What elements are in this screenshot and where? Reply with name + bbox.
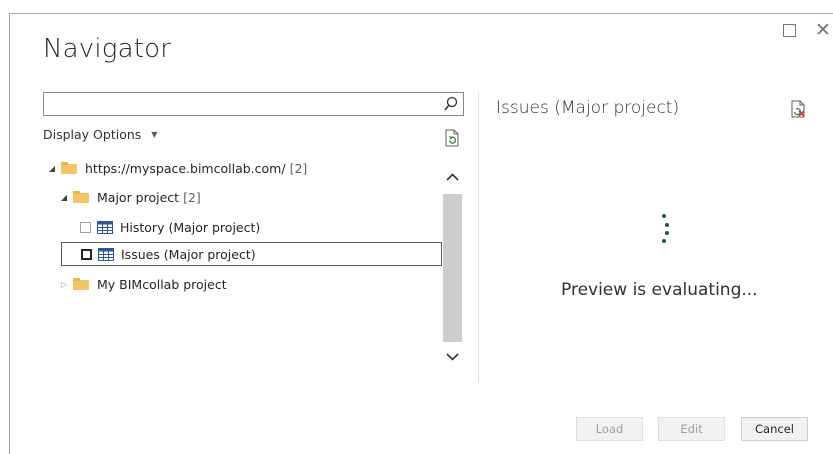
preview-title: Issues (Major project) bbox=[496, 98, 680, 118]
tree-scrollbar[interactable] bbox=[443, 168, 462, 371]
expand-down-icon[interactable]: ◢ bbox=[47, 164, 57, 173]
history-checkbox[interactable] bbox=[80, 221, 91, 233]
tree-item-history[interactable]: History (Major project) bbox=[80, 215, 260, 239]
search-input[interactable] bbox=[44, 93, 439, 116]
edit-button[interactable]: Edit bbox=[658, 417, 725, 441]
export-icon[interactable] bbox=[789, 100, 807, 118]
display-options-dropdown[interactable]: Display Options ▼ bbox=[43, 127, 157, 142]
tree-item-issues[interactable]: Issues (Major project) bbox=[61, 242, 442, 266]
pane-divider bbox=[478, 92, 479, 382]
cancel-button[interactable]: Cancel bbox=[741, 417, 808, 441]
loading-spinner-icon bbox=[660, 214, 670, 246]
chevron-down-icon: ▼ bbox=[151, 130, 158, 139]
search-icon[interactable] bbox=[444, 96, 458, 112]
tree-item-my-bimcollab-project[interactable]: ▷ My BIMcollab project bbox=[59, 272, 227, 296]
tree-item-major-project[interactable]: ◢ Major project [2] bbox=[59, 185, 201, 209]
page-title: Navigator bbox=[43, 34, 172, 64]
tree-item-label: History (Major project) bbox=[120, 219, 261, 235]
folder-icon bbox=[61, 162, 77, 174]
tree-item-label: Issues (Major project) bbox=[121, 246, 256, 262]
table-icon bbox=[97, 220, 113, 234]
scroll-thumb[interactable] bbox=[443, 194, 462, 342]
scroll-up-icon[interactable] bbox=[443, 168, 462, 186]
display-options-label: Display Options bbox=[43, 127, 142, 142]
tree-item-count: [2] bbox=[183, 189, 201, 205]
maximize-icon[interactable] bbox=[781, 22, 797, 38]
tree-item-label: https://myspace.bimcollab.com/ bbox=[85, 160, 286, 176]
preview-status: Preview is evaluating... bbox=[561, 280, 758, 300]
close-icon[interactable]: ✕ bbox=[815, 21, 831, 40]
folder-icon bbox=[73, 278, 89, 290]
scroll-down-icon[interactable] bbox=[443, 348, 462, 366]
table-icon bbox=[98, 247, 114, 261]
issues-checkbox[interactable] bbox=[81, 248, 92, 260]
search-field[interactable] bbox=[43, 92, 464, 116]
expand-right-icon[interactable]: ▷ bbox=[59, 280, 69, 289]
tree-item-label: My BIMcollab project bbox=[97, 276, 227, 292]
tree-item-label: Major project bbox=[97, 189, 180, 205]
refresh-icon[interactable] bbox=[443, 129, 461, 147]
expand-down-icon[interactable]: ◢ bbox=[59, 193, 69, 202]
load-button[interactable]: Load bbox=[576, 417, 643, 441]
tree-item-count: [2] bbox=[289, 160, 308, 176]
folder-icon bbox=[73, 191, 89, 203]
tree-item-root[interactable]: ◢ https://myspace.bimcollab.com/ [2] bbox=[47, 156, 307, 180]
